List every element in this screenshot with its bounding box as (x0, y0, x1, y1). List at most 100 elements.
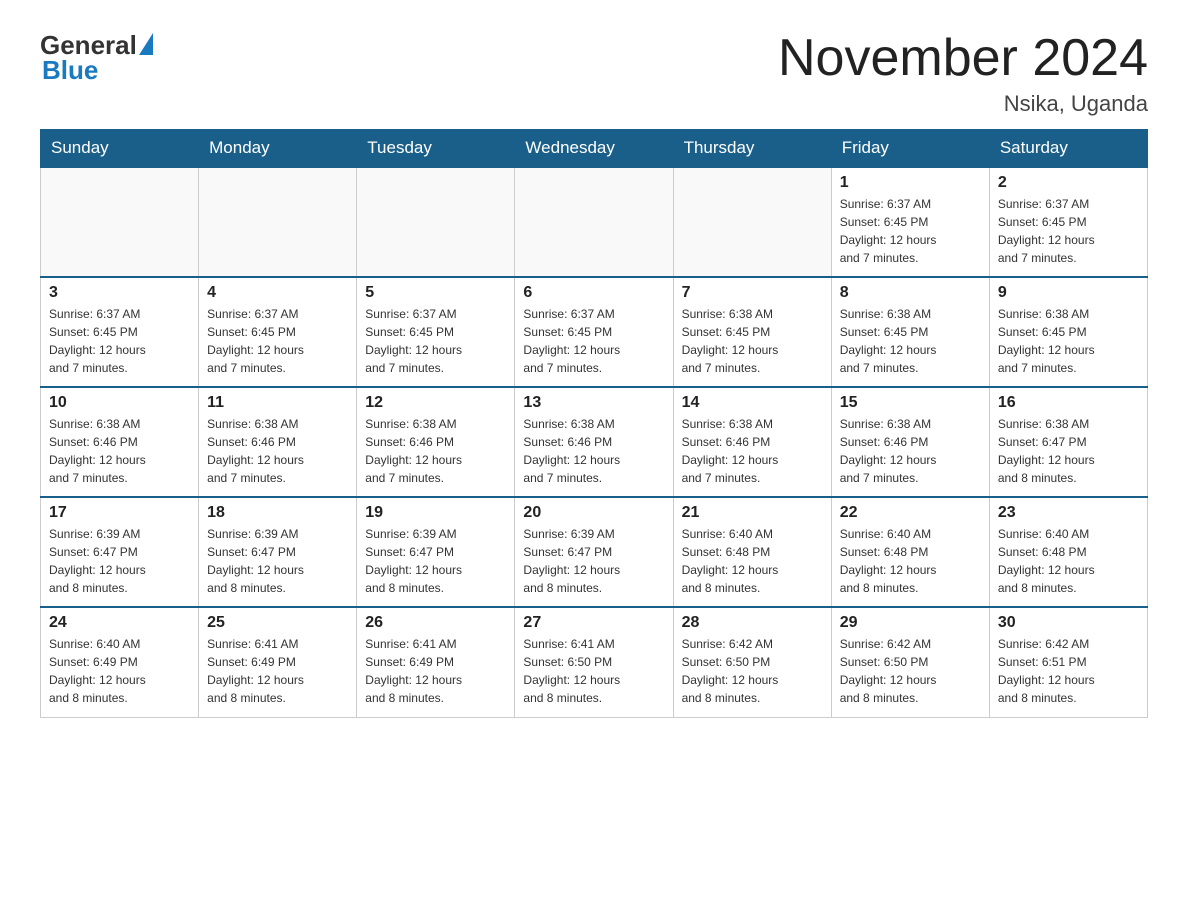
day-number: 14 (682, 394, 823, 412)
day-number: 16 (998, 394, 1139, 412)
day-number: 28 (682, 614, 823, 632)
day-number: 1 (840, 174, 981, 192)
day-number: 19 (365, 504, 506, 522)
calendar-day-cell: 20Sunrise: 6:39 AMSunset: 6:47 PMDayligh… (515, 497, 673, 607)
day-info: Sunrise: 6:40 AMSunset: 6:49 PMDaylight:… (49, 635, 190, 707)
calendar-day-cell: 15Sunrise: 6:38 AMSunset: 6:46 PMDayligh… (831, 387, 989, 497)
day-info: Sunrise: 6:38 AMSunset: 6:46 PMDaylight:… (207, 415, 348, 487)
calendar-day-cell: 17 Sunrise: 6:39 AMSunset: 6:47 PMDayligh… (41, 497, 199, 607)
day-info: Sunrise: 6:39 AMSunset: 6:47 PMDaylight:… (207, 525, 348, 597)
day-info: Sunrise: 6:38 AMSunset: 6:45 PMDaylight:… (840, 305, 981, 377)
day-info: Sunrise: 6:38 AMSunset: 6:45 PMDaylight:… (682, 305, 823, 377)
calendar-day-cell: 8 Sunrise: 6:38 AMSunset: 6:45 PMDaylight… (831, 277, 989, 387)
day-number: 6 (523, 284, 664, 302)
day-number: 30 (998, 614, 1139, 632)
day-of-week-header: Thursday (673, 130, 831, 168)
day-number: 3 (49, 284, 190, 302)
calendar-day-cell: 7 Sunrise: 6:38 AMSunset: 6:45 PMDaylight… (673, 277, 831, 387)
calendar-day-cell: 27 Sunrise: 6:41 AMSunset: 6:50 PMDayligh… (515, 607, 673, 717)
day-number: 13 (523, 394, 664, 412)
calendar-day-cell: 2Sunrise: 6:37 AMSunset: 6:45 PMDaylight… (989, 167, 1147, 277)
day-info: Sunrise: 6:37 AMSunset: 6:45 PMDaylight:… (207, 305, 348, 377)
day-number: 27 (523, 614, 664, 632)
calendar-day-cell: 9 Sunrise: 6:38 AMSunset: 6:45 PMDaylight… (989, 277, 1147, 387)
day-info: Sunrise: 6:38 AMSunset: 6:45 PMDaylight:… (998, 305, 1139, 377)
calendar-day-cell: 28 Sunrise: 6:42 AMSunset: 6:50 PMDayligh… (673, 607, 831, 717)
title-block: November 2024 Nsika, Uganda (778, 30, 1148, 117)
day-number: 4 (207, 284, 348, 302)
day-number: 7 (682, 284, 823, 302)
day-info: Sunrise: 6:41 AMSunset: 6:49 PMDaylight:… (365, 635, 506, 707)
calendar-week-row: 1 Sunrise: 6:37 AMSunset: 6:45 PMDaylight… (41, 167, 1148, 277)
logo-blue-text: Blue (42, 55, 98, 86)
calendar-week-row: 17 Sunrise: 6:39 AMSunset: 6:47 PMDayligh… (41, 497, 1148, 607)
day-info: Sunrise: 6:42 AMSunset: 6:50 PMDaylight:… (682, 635, 823, 707)
day-number: 17 (49, 504, 190, 522)
day-number: 22 (840, 504, 981, 522)
calendar-table: SundayMondayTuesdayWednesdayThursdayFrid… (40, 129, 1148, 718)
day-number: 8 (840, 284, 981, 302)
day-info: Sunrise: 6:38 AMSunset: 6:46 PMDaylight:… (682, 415, 823, 487)
day-info: Sunrise: 6:37 AMSunset: 6:45 PMDaylight:… (365, 305, 506, 377)
day-number: 9 (998, 284, 1139, 302)
day-info: Sunrise: 6:38 AMSunset: 6:46 PMDaylight:… (365, 415, 506, 487)
day-info: Sunrise: 6:39 AMSunset: 6:47 PMDaylight:… (523, 525, 664, 597)
day-info: Sunrise: 6:41 AMSunset: 6:50 PMDaylight:… (523, 635, 664, 707)
calendar-day-cell: 10 Sunrise: 6:38 AMSunset: 6:46 PMDayligh… (41, 387, 199, 497)
logo: General Blue (40, 30, 153, 86)
calendar-day-cell: 24Sunrise: 6:40 AMSunset: 6:49 PMDayligh… (41, 607, 199, 717)
day-number: 11 (207, 394, 348, 412)
calendar-day-cell (673, 167, 831, 277)
day-number: 10 (49, 394, 190, 412)
calendar-day-cell: 26 Sunrise: 6:41 AMSunset: 6:49 PMDayligh… (357, 607, 515, 717)
logo-triangle-icon (139, 33, 153, 55)
calendar-day-cell: 4 Sunrise: 6:37 AMSunset: 6:45 PMDaylight… (199, 277, 357, 387)
calendar-day-cell: 18 Sunrise: 6:39 AMSunset: 6:47 PMDayligh… (199, 497, 357, 607)
calendar-day-cell (199, 167, 357, 277)
calendar-day-cell (41, 167, 199, 277)
day-number: 21 (682, 504, 823, 522)
calendar-week-row: 10 Sunrise: 6:38 AMSunset: 6:46 PMDayligh… (41, 387, 1148, 497)
calendar-week-row: 3 Sunrise: 6:37 AMSunset: 6:45 PMDaylight… (41, 277, 1148, 387)
calendar-title: November 2024 (778, 30, 1148, 87)
calendar-day-cell: 22 Sunrise: 6:40 AMSunset: 6:48 PMDayligh… (831, 497, 989, 607)
day-info: Sunrise: 6:38 AMSunset: 6:47 PMDaylight:… (998, 415, 1139, 487)
day-number: 29 (840, 614, 981, 632)
day-info: Sunrise: 6:37 AMSunset: 6:45 PMDaylight:… (49, 305, 190, 377)
day-info: Sunrise: 6:38 AMSunset: 6:46 PMDaylight:… (840, 415, 981, 487)
calendar-day-cell: 3 Sunrise: 6:37 AMSunset: 6:45 PMDaylight… (41, 277, 199, 387)
calendar-day-cell: 29Sunrise: 6:42 AMSunset: 6:50 PMDayligh… (831, 607, 989, 717)
day-number: 23 (998, 504, 1139, 522)
calendar-day-cell: 30Sunrise: 6:42 AMSunset: 6:51 PMDayligh… (989, 607, 1147, 717)
day-info: Sunrise: 6:38 AMSunset: 6:46 PMDaylight:… (523, 415, 664, 487)
day-info: Sunrise: 6:41 AMSunset: 6:49 PMDaylight:… (207, 635, 348, 707)
day-info: Sunrise: 6:40 AMSunset: 6:48 PMDaylight:… (840, 525, 981, 597)
calendar-day-cell (515, 167, 673, 277)
day-of-week-header: Monday (199, 130, 357, 168)
day-number: 5 (365, 284, 506, 302)
calendar-day-cell: 6 Sunrise: 6:37 AMSunset: 6:45 PMDaylight… (515, 277, 673, 387)
day-info: Sunrise: 6:37 AMSunset: 6:45 PMDaylight:… (840, 195, 981, 267)
calendar-day-cell: 1 Sunrise: 6:37 AMSunset: 6:45 PMDaylight… (831, 167, 989, 277)
day-number: 18 (207, 504, 348, 522)
calendar-day-cell (357, 167, 515, 277)
calendar-day-cell: 19 Sunrise: 6:39 AMSunset: 6:47 PMDayligh… (357, 497, 515, 607)
calendar-day-cell: 21Sunrise: 6:40 AMSunset: 6:48 PMDayligh… (673, 497, 831, 607)
day-number: 26 (365, 614, 506, 632)
page-header: General Blue November 2024 Nsika, Uganda (40, 30, 1148, 117)
day-of-week-header: Saturday (989, 130, 1147, 168)
day-info: Sunrise: 6:38 AMSunset: 6:46 PMDaylight:… (49, 415, 190, 487)
calendar-day-cell: 23Sunrise: 6:40 AMSunset: 6:48 PMDayligh… (989, 497, 1147, 607)
calendar-day-cell: 16 Sunrise: 6:38 AMSunset: 6:47 PMDayligh… (989, 387, 1147, 497)
calendar-day-cell: 11 Sunrise: 6:38 AMSunset: 6:46 PMDayligh… (199, 387, 357, 497)
day-of-week-header: Friday (831, 130, 989, 168)
calendar-day-cell: 13 Sunrise: 6:38 AMSunset: 6:46 PMDayligh… (515, 387, 673, 497)
day-info: Sunrise: 6:39 AMSunset: 6:47 PMDaylight:… (365, 525, 506, 597)
day-of-week-header: Tuesday (357, 130, 515, 168)
day-info: Sunrise: 6:37 AMSunset: 6:45 PMDaylight:… (523, 305, 664, 377)
day-of-week-header: Sunday (41, 130, 199, 168)
day-number: 25 (207, 614, 348, 632)
calendar-day-cell: 5 Sunrise: 6:37 AMSunset: 6:45 PMDaylight… (357, 277, 515, 387)
day-info: Sunrise: 6:39 AMSunset: 6:47 PMDaylight:… (49, 525, 190, 597)
calendar-day-cell: 14 Sunrise: 6:38 AMSunset: 6:46 PMDayligh… (673, 387, 831, 497)
